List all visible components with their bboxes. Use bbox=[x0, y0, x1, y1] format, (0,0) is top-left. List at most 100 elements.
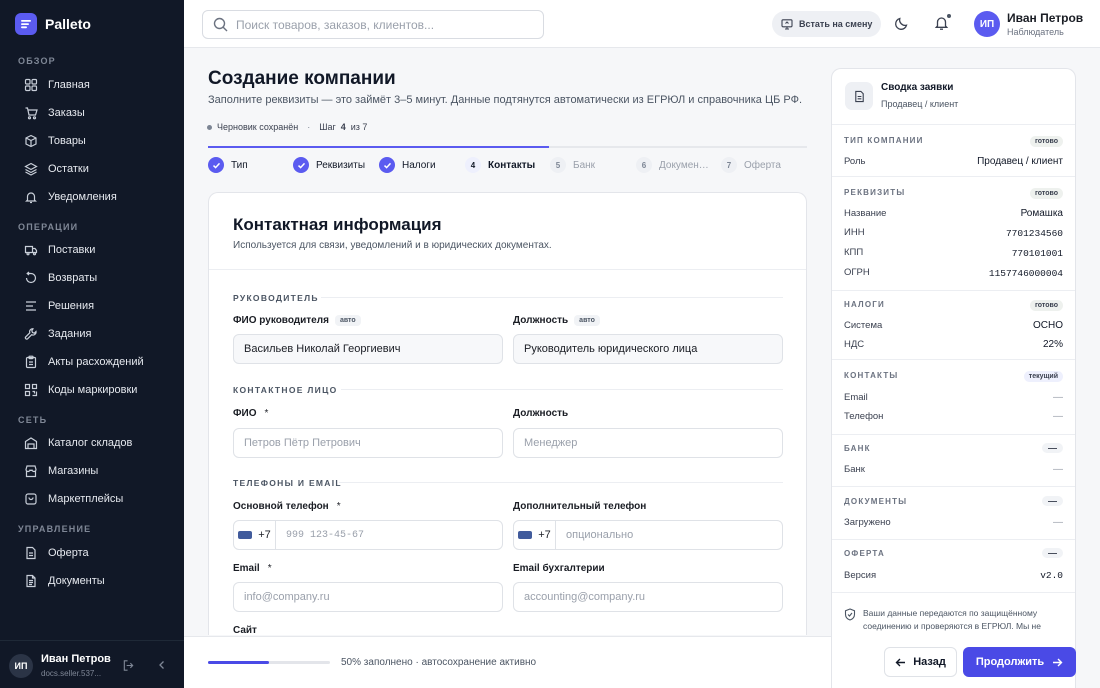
sidebar-item-label: Главная bbox=[48, 79, 90, 91]
back-button[interactable]: Назад bbox=[884, 647, 957, 677]
sidebar-item-marketplaces[interactable]: Маркетплейсы bbox=[8, 486, 176, 512]
email-field[interactable] bbox=[233, 582, 503, 612]
search-input[interactable] bbox=[236, 17, 526, 32]
sidebar-item-notifications[interactable]: Уведомления bbox=[8, 184, 176, 210]
collapse-sidebar-button[interactable] bbox=[156, 659, 168, 671]
divider bbox=[832, 539, 1075, 540]
step-label: Банк bbox=[573, 159, 596, 171]
theme-toggle-button[interactable] bbox=[894, 16, 909, 31]
auto-badge: авто bbox=[574, 315, 600, 326]
step-documents[interactable]: 6 Докумен… bbox=[636, 157, 709, 173]
website-label: Сайт bbox=[233, 625, 257, 635]
step-label: Налоги bbox=[402, 159, 436, 171]
search-icon bbox=[213, 17, 228, 32]
step-number: 6 bbox=[636, 157, 652, 173]
step-taxes[interactable]: Налоги bbox=[379, 157, 436, 173]
summary-value: — bbox=[1053, 517, 1063, 528]
form-subtitle: Используется для связи, уведомлений и в … bbox=[233, 240, 552, 251]
contact-position-field[interactable] bbox=[513, 428, 783, 458]
store-icon bbox=[25, 465, 37, 478]
step-contacts[interactable]: 4 Контакты bbox=[465, 157, 535, 173]
head-position-field[interactable] bbox=[513, 334, 783, 364]
sidebar-item-stock[interactable]: Остатки bbox=[8, 156, 176, 182]
nav-section-overview: ОБЗОР bbox=[18, 56, 56, 66]
main-phone-field[interactable]: +7 bbox=[233, 520, 503, 550]
summary-section-type: ТИП КОМПАНИИ bbox=[844, 136, 924, 145]
sidebar-item-returns[interactable]: Возвраты bbox=[8, 265, 176, 291]
summary-key: Версия bbox=[844, 570, 877, 581]
required-mark: * bbox=[264, 408, 269, 419]
contact-position-input[interactable] bbox=[524, 437, 782, 449]
summary-section-taxes: НАЛОГИ bbox=[844, 300, 885, 309]
head-position-input[interactable] bbox=[524, 343, 782, 355]
head-name-field[interactable] bbox=[233, 334, 503, 364]
accounting-email-field[interactable] bbox=[513, 582, 783, 612]
step-label: Контакты bbox=[488, 159, 536, 171]
sidebar-item-discrepancy-acts[interactable]: Акты расхождений bbox=[8, 349, 176, 375]
sidebar-item-products[interactable]: Товары bbox=[8, 128, 176, 154]
header-user-name[interactable]: Иван Петров bbox=[1007, 11, 1083, 25]
auto-badge: авто bbox=[334, 315, 361, 326]
sidebar-item-orders[interactable]: Заказы bbox=[8, 100, 176, 126]
step-bank[interactable]: 5 Банк bbox=[550, 157, 595, 173]
avatar[interactable]: ИП bbox=[9, 654, 33, 678]
sidebar-item-stores[interactable]: Магазины bbox=[8, 458, 176, 484]
email-input[interactable] bbox=[244, 591, 502, 603]
label-text: Дополнительный телефон bbox=[513, 501, 647, 512]
avatar[interactable]: ИП bbox=[974, 11, 1000, 37]
sidebar-item-supplies[interactable]: Поставки bbox=[8, 237, 176, 263]
sidebar-item-offer[interactable]: Оферта bbox=[8, 540, 176, 566]
contact-name-field[interactable] bbox=[233, 428, 503, 458]
step-prefix: Шаг bbox=[319, 122, 336, 132]
contact-position-label: Должность bbox=[513, 408, 568, 419]
extra-phone-field[interactable]: +7 bbox=[513, 520, 783, 550]
notifications-button[interactable] bbox=[934, 13, 952, 31]
sidebar-item-decisions[interactable]: Решения bbox=[8, 293, 176, 319]
head-name-input[interactable] bbox=[244, 343, 502, 355]
sidebar-user-name: Иван Петров bbox=[41, 653, 111, 665]
step-offer[interactable]: 7 Оферта bbox=[721, 157, 781, 173]
sidebar-item-tasks[interactable]: Задания bbox=[8, 321, 176, 347]
required-mark: * bbox=[336, 501, 341, 512]
summary-key: ИНН bbox=[844, 227, 865, 238]
accounting-email-input[interactable] bbox=[524, 591, 782, 603]
sidebar: Palleto ОБЗОР Главная Заказы Товары Оста… bbox=[0, 0, 184, 688]
summary-key: НДС bbox=[844, 339, 865, 350]
label-text: ФИО bbox=[233, 408, 257, 419]
summary-value: Ромашка bbox=[1020, 208, 1063, 219]
logout-button[interactable] bbox=[122, 659, 135, 672]
nav-section-network: СЕТЬ bbox=[18, 415, 48, 425]
step-label: Реквизиты bbox=[316, 159, 366, 171]
nav-section-operations: ОПЕРАЦИИ bbox=[18, 222, 79, 232]
arrow-right-icon bbox=[1053, 658, 1063, 666]
step-type[interactable]: Тип bbox=[208, 157, 248, 173]
contact-name-input[interactable] bbox=[244, 437, 502, 449]
extra-phone-input[interactable] bbox=[556, 529, 782, 541]
search-box[interactable] bbox=[202, 10, 544, 39]
summary-section-bank: БАНК bbox=[844, 444, 871, 453]
country-code-select[interactable]: +7 bbox=[234, 521, 277, 549]
document-icon bbox=[26, 546, 36, 560]
step-number: 5 bbox=[550, 157, 566, 173]
sidebar-item-documents[interactable]: Документы bbox=[8, 568, 176, 594]
label-text: Должность bbox=[513, 315, 569, 326]
step-requisites[interactable]: Реквизиты bbox=[293, 157, 365, 173]
sidebar-item-label: Решения bbox=[48, 300, 95, 312]
summary-key: Загружено bbox=[844, 517, 891, 528]
cart-icon bbox=[25, 107, 38, 120]
sidebar-item-home[interactable]: Главная bbox=[8, 72, 176, 98]
country-code-select[interactable]: +7 bbox=[514, 521, 557, 549]
main-phone-input[interactable] bbox=[276, 529, 502, 541]
sidebar-item-marking-codes[interactable]: Коды маркировки bbox=[8, 377, 176, 403]
check-icon bbox=[208, 157, 224, 173]
summary-value: v2.0 bbox=[1040, 570, 1063, 581]
summary-key: Название bbox=[844, 208, 887, 219]
sidebar-item-warehouse-catalog[interactable]: Каталог складов bbox=[8, 430, 176, 456]
brand[interactable]: Palleto bbox=[15, 13, 91, 35]
separator: · bbox=[307, 122, 311, 132]
continue-button[interactable]: Продолжить bbox=[963, 647, 1076, 677]
start-shift-button[interactable]: Встать на смену bbox=[772, 11, 882, 37]
sidebar-item-label: Товары bbox=[48, 135, 86, 147]
wrench-icon bbox=[24, 328, 37, 340]
divider bbox=[832, 124, 1075, 125]
